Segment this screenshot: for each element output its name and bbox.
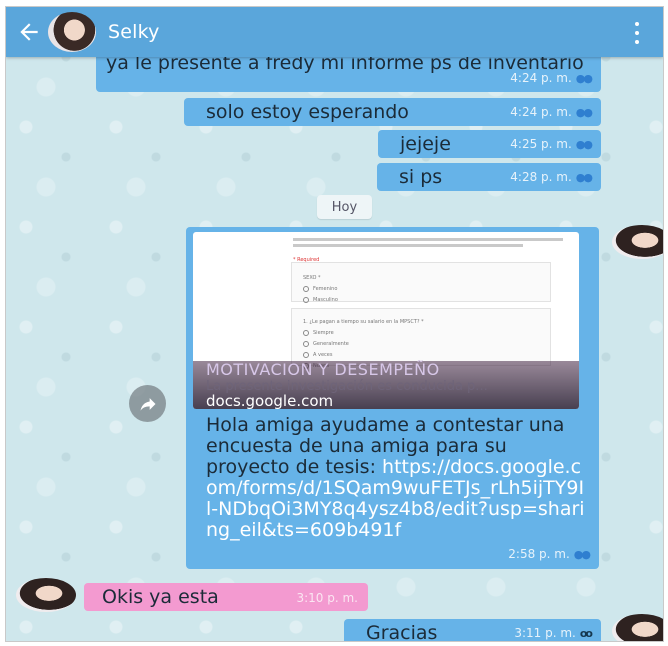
preview-domain: docs.google.com: [206, 392, 334, 410]
share-icon[interactable]: [129, 385, 166, 422]
message-bubble[interactable]: jejeje 4:25 p. m. ●●: [378, 130, 601, 158]
more-vert-icon[interactable]: [633, 22, 641, 44]
avatar[interactable]: [612, 614, 663, 641]
read-ticks-icon: ●●: [575, 171, 593, 184]
form-option: Masculino: [303, 290, 338, 310]
message-time: 4:24 p. m. ●●: [510, 102, 593, 123]
avatar[interactable]: [612, 225, 663, 259]
form-text-line: [293, 238, 563, 241]
form-text-line: [293, 244, 523, 247]
message-time: 2:58 p. m. ●●: [508, 544, 591, 565]
back-arrow-icon[interactable]: [12, 15, 46, 49]
message-text: solo estoy esperando: [206, 101, 409, 123]
read-ticks-icon: ●●: [573, 548, 591, 561]
message-bubble[interactable]: si ps 4:28 p. m. ●●: [377, 163, 601, 191]
chat-header: Selky: [6, 7, 663, 57]
read-ticks-icon: ●●: [575, 72, 593, 85]
message-text: Gracias: [366, 622, 438, 642]
date-separator: Hoy: [317, 195, 372, 219]
read-ticks-icon: oo: [579, 627, 593, 640]
chat-screen: Selky ya le presente a fredy mi informe …: [5, 6, 664, 642]
message-bubble[interactable]: Gracias 3:11 p. m. oo: [344, 619, 601, 642]
message-bubble[interactable]: solo estoy esperando 4:24 p. m. ●●: [184, 98, 601, 126]
link-message-bubble[interactable]: * Required SEXO * Femenino Masculino 1. …: [186, 227, 599, 569]
message-text: Okis ya esta: [102, 586, 219, 608]
contact-avatar[interactable]: [48, 12, 96, 52]
avatar[interactable]: [16, 578, 76, 612]
read-ticks-icon: ●●: [575, 106, 593, 119]
message-time: 4:28 p. m. ●●: [510, 167, 593, 188]
message-time: 4:25 p. m. ●●: [510, 134, 593, 155]
message-text: jejeje: [400, 133, 451, 155]
message-time: 3:10 p. m.: [296, 591, 358, 605]
message-time: 3:11 p. m. oo: [514, 623, 593, 641]
read-ticks-icon: ●●: [575, 138, 593, 151]
message-time: 4:24 p. m. ●●: [510, 68, 593, 89]
message-bubble[interactable]: Okis ya esta 3:10 p. m.: [84, 583, 368, 611]
message-text: Hola amiga ayudame a contestar una encue…: [206, 414, 585, 541]
contact-name[interactable]: Selky: [108, 21, 160, 43]
message-text: si ps: [399, 166, 443, 188]
